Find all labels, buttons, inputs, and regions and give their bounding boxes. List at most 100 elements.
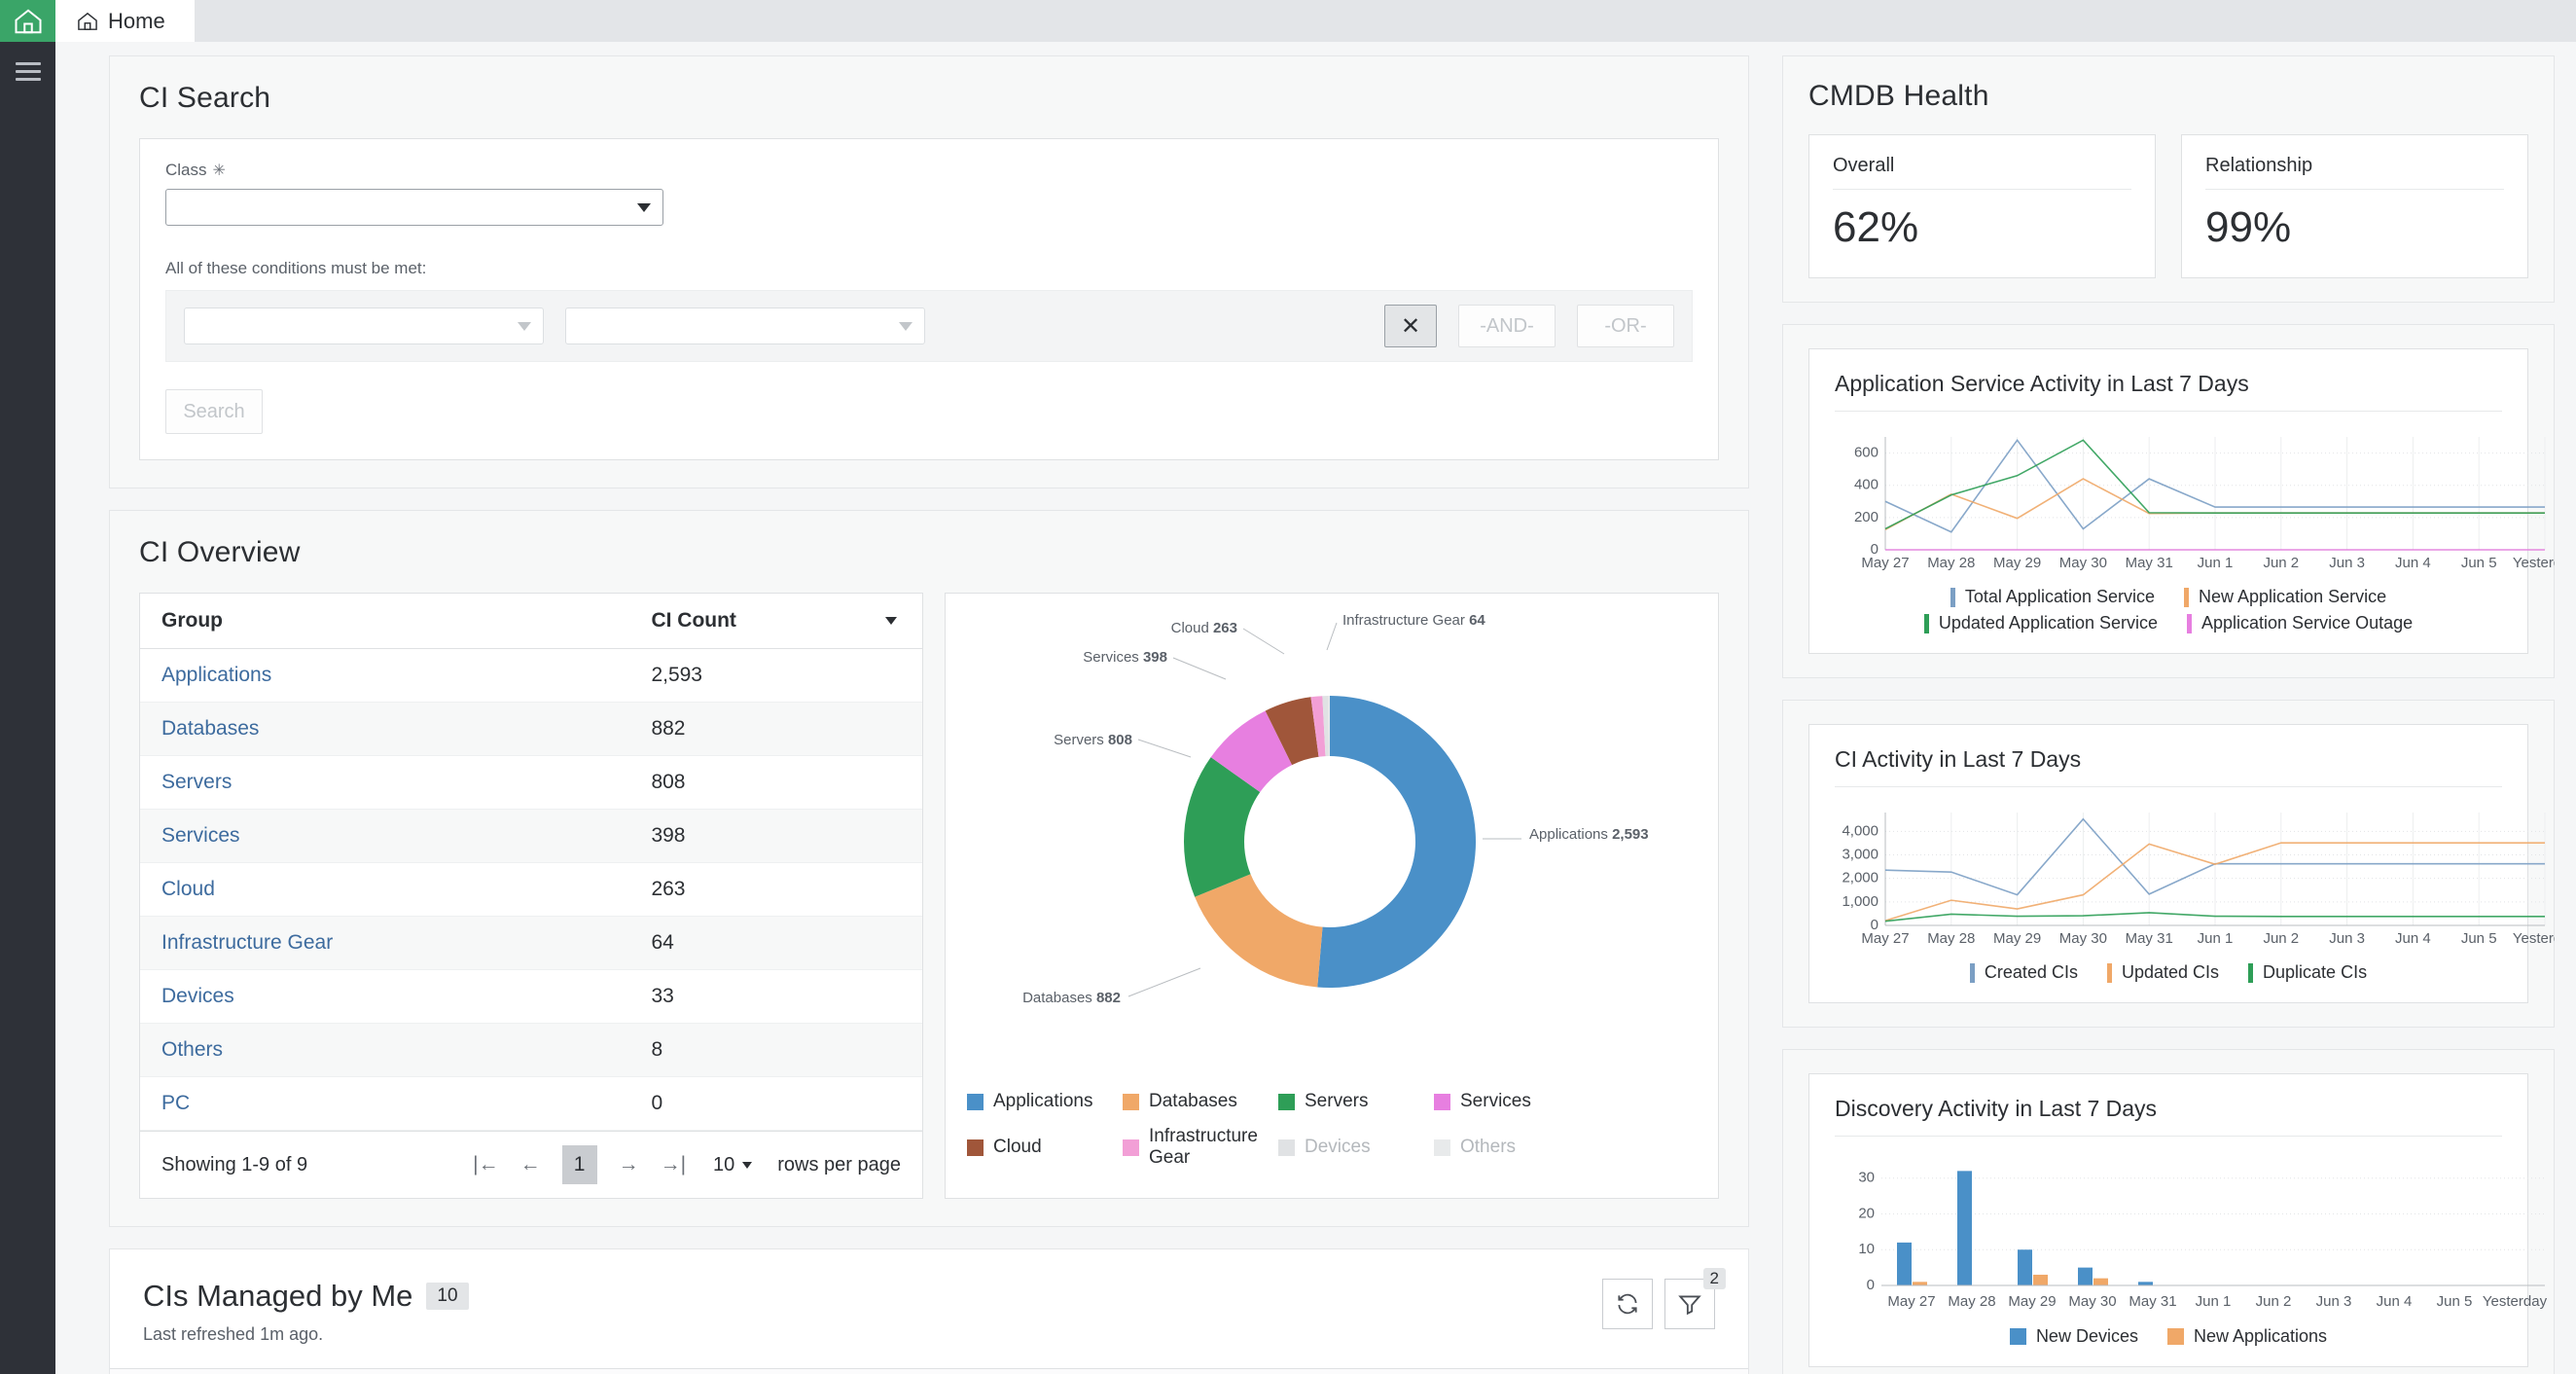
cell-group[interactable]: Devices — [140, 969, 630, 1024]
bar[interactable] — [2093, 1278, 2108, 1285]
table-row[interactable]: PC 0 — [140, 1076, 922, 1131]
condition-row: ✕ -AND- -OR- — [165, 290, 1693, 362]
legend-swatch — [967, 1093, 984, 1110]
rows-per-page-select[interactable]: 10 — [713, 1154, 753, 1176]
x-axis-tick-label: Jun 2 — [2263, 930, 2299, 947]
group-link[interactable]: Others — [161, 1038, 223, 1061]
table-row[interactable]: Cloud 263 — [140, 862, 922, 917]
bar[interactable] — [2078, 1267, 2093, 1285]
cell-group[interactable]: Infrastructure Gear — [140, 916, 630, 970]
legend-item[interactable]: Infrastructure Gear — [1123, 1126, 1278, 1169]
donut-slice[interactable] — [1195, 874, 1323, 988]
donut-leader-line — [1326, 622, 1338, 651]
bar[interactable] — [1957, 1171, 1972, 1285]
ci-activity-panel: CI Activity in Last 7 Days 0 1,000 2,000 3,… — [1782, 700, 2555, 1028]
column-header-ci-count[interactable]: CI Count — [629, 594, 922, 649]
legend-item[interactable]: Total Application Service — [1950, 587, 2155, 607]
health-tile[interactable]: Relationship 99% — [2181, 134, 2528, 278]
chevron-down-icon — [742, 1161, 753, 1169]
cell-group[interactable]: Applications — [140, 648, 630, 703]
discovery-activity-legend: New Devices New Applications — [1835, 1326, 2502, 1347]
search-button[interactable]: Search — [165, 389, 263, 434]
table-row[interactable]: Services 398 — [140, 809, 922, 863]
health-tile[interactable]: Overall 62% — [1808, 134, 2156, 278]
legend-item[interactable]: Devices — [1278, 1126, 1434, 1169]
first-page-button[interactable]: |← — [473, 1153, 498, 1176]
next-page-button[interactable]: → — [619, 1153, 639, 1176]
group-link[interactable]: Applications — [161, 664, 271, 686]
legend-item[interactable]: Applications — [967, 1091, 1123, 1112]
condition-operator-select[interactable] — [565, 307, 925, 344]
condition-field-select[interactable] — [184, 307, 544, 344]
table-row[interactable]: Others 8 — [140, 1023, 922, 1077]
rail-home-button[interactable] — [0, 0, 55, 42]
group-link[interactable]: PC — [161, 1092, 190, 1114]
prev-page-button[interactable]: ← — [520, 1153, 541, 1176]
donut-slice[interactable] — [1317, 696, 1477, 988]
cell-ci-count: 882 — [629, 702, 922, 756]
health-tile-label: Relationship — [2205, 155, 2504, 190]
legend-item[interactable]: New Devices — [2009, 1326, 2138, 1347]
table-row[interactable]: Infrastructure Gear 64 — [140, 916, 922, 970]
tab-home[interactable]: Home — [55, 0, 195, 42]
x-axis-tick-label: Jun 4 — [2377, 1293, 2413, 1310]
group-link[interactable]: Databases — [161, 717, 259, 740]
add-or-condition-button[interactable]: -OR- — [1577, 305, 1674, 347]
bar[interactable] — [2033, 1274, 2048, 1285]
cell-group[interactable]: Cloud — [140, 862, 630, 917]
refresh-button[interactable] — [1602, 1279, 1653, 1329]
table-row[interactable]: Servers 808 — [140, 755, 922, 810]
legend-item[interactable]: Cloud — [967, 1126, 1123, 1169]
x-axis-tick-label: May 31 — [2126, 555, 2173, 571]
group-link[interactable]: Services — [161, 824, 240, 847]
group-link[interactable]: Infrastructure Gear — [161, 931, 333, 954]
legend-item[interactable]: New Application Service — [2184, 587, 2386, 607]
chevron-down-icon — [637, 202, 651, 212]
legend-label: Duplicate CIs — [2263, 962, 2368, 982]
legend-swatch — [2166, 1328, 2184, 1345]
x-axis-tick-label: Jun 1 — [2198, 555, 2234, 571]
column-header-group[interactable]: Group — [140, 594, 630, 649]
legend-swatch — [2187, 613, 2192, 633]
last-page-button[interactable]: →| — [661, 1153, 686, 1176]
bar[interactable] — [2018, 1249, 2032, 1285]
ci-search-panel: CI Search Class ✳ All of these condition… — [109, 55, 1749, 488]
page-number-1[interactable]: 1 — [561, 1145, 597, 1184]
add-and-condition-button[interactable]: -AND- — [1458, 305, 1556, 347]
required-asterisk-icon: ✳ — [212, 163, 226, 179]
legend-item[interactable]: New Applications — [2166, 1326, 2327, 1347]
legend-item[interactable]: Databases — [1123, 1091, 1278, 1112]
group-link[interactable]: Cloud — [161, 878, 215, 900]
group-link[interactable]: Devices — [161, 985, 234, 1007]
class-select[interactable] — [165, 189, 663, 226]
legend-label: Applications — [993, 1091, 1093, 1111]
legend-swatch — [1123, 1139, 1139, 1156]
cmdb-health-title: CMDB Health — [1808, 80, 1989, 112]
legend-item[interactable]: Others — [1434, 1126, 1590, 1169]
legend-item[interactable]: Updated CIs — [2106, 962, 2219, 983]
table-row[interactable]: Applications 2,593 — [140, 648, 922, 703]
filter-button[interactable]: 2 — [1664, 1268, 1726, 1329]
cell-group[interactable]: PC — [140, 1076, 630, 1131]
legend-item[interactable]: Updated Application Service — [1923, 613, 2158, 633]
legend-item[interactable]: Application Service Outage — [2187, 613, 2413, 633]
cell-group[interactable]: Services — [140, 809, 630, 863]
legend-item[interactable]: Services — [1434, 1091, 1590, 1112]
table-row[interactable]: Databases 882 — [140, 702, 922, 756]
bar[interactable] — [1913, 1282, 1927, 1285]
legend-item[interactable]: Servers — [1278, 1091, 1434, 1112]
bar[interactable] — [2138, 1282, 2153, 1285]
cell-group[interactable]: Servers — [140, 755, 630, 810]
cell-group[interactable]: Others — [140, 1023, 630, 1077]
hamburger-menu-button[interactable] — [0, 42, 55, 100]
table-row[interactable]: Devices 33 — [140, 969, 922, 1024]
legend-label: Devices — [1305, 1137, 1371, 1157]
ci-overview-title: CI Overview — [139, 536, 301, 568]
x-axis-tick-label: May 31 — [2129, 1293, 2176, 1310]
bar[interactable] — [1897, 1242, 1912, 1285]
group-link[interactable]: Servers — [161, 771, 232, 793]
remove-condition-button[interactable]: ✕ — [1384, 305, 1437, 347]
legend-item[interactable]: Created CIs — [1969, 962, 2078, 983]
cell-group[interactable]: Databases — [140, 702, 630, 756]
legend-item[interactable]: Duplicate CIs — [2248, 962, 2367, 983]
